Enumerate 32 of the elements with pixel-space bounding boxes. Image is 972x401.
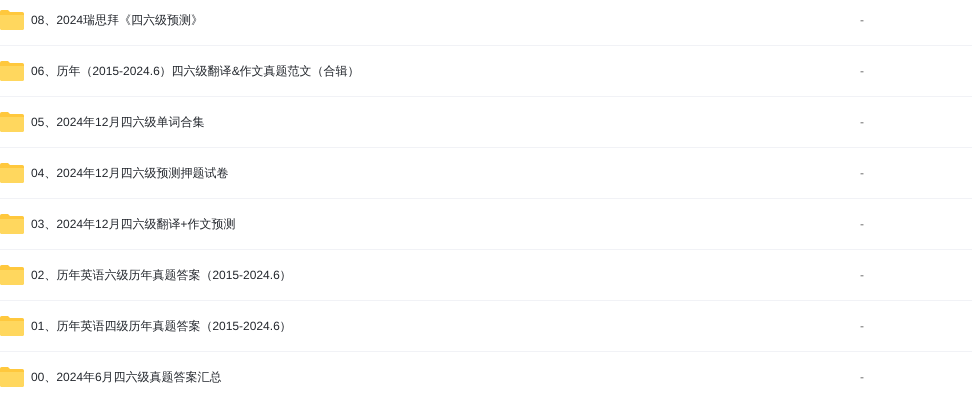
folder-name[interactable]: 01、历年英语四级历年真题答案（2015-2024.6） (31, 317, 860, 335)
file-size: - (860, 267, 864, 284)
folder-icon (0, 163, 24, 183)
folder-row[interactable]: 06、历年（2015-2024.6）四六级翻译&作文真题范文（合辑） - (0, 46, 972, 97)
file-size: - (860, 165, 864, 182)
folder-icon (0, 10, 24, 30)
folder-name[interactable]: 02、历年英语六级历年真题答案（2015-2024.6） (31, 266, 860, 284)
folder-name[interactable]: 05、2024年12月四六级单词合集 (31, 113, 860, 131)
folder-icon (0, 112, 24, 132)
folder-name[interactable]: 00、2024年6月四六级真题答案汇总 (31, 368, 860, 386)
file-size: - (860, 12, 864, 29)
folder-name[interactable]: 06、历年（2015-2024.6）四六级翻译&作文真题范文（合辑） (31, 62, 860, 80)
file-size: - (860, 114, 864, 131)
file-size: - (860, 369, 864, 386)
file-size: - (860, 63, 864, 80)
folder-icon (0, 367, 24, 387)
folder-name[interactable]: 08、2024瑞思拜《四六级预测》 (31, 11, 860, 29)
folder-icon (0, 61, 24, 81)
folder-icon (0, 214, 24, 234)
file-size: - (860, 216, 864, 233)
folder-row[interactable]: 08、2024瑞思拜《四六级预测》 - (0, 0, 972, 46)
folder-row[interactable]: 00、2024年6月四六级真题答案汇总 - (0, 352, 972, 401)
folder-row[interactable]: 05、2024年12月四六级单词合集 - (0, 97, 972, 148)
folder-icon (0, 265, 24, 285)
folder-row[interactable]: 01、历年英语四级历年真题答案（2015-2024.6） - (0, 301, 972, 352)
folder-icon (0, 316, 24, 336)
folder-name[interactable]: 04、2024年12月四六级预测押题试卷 (31, 164, 860, 182)
file-size: - (860, 318, 864, 335)
folder-row[interactable]: 03、2024年12月四六级翻译+作文预测 - (0, 199, 972, 250)
folder-name[interactable]: 03、2024年12月四六级翻译+作文预测 (31, 215, 860, 233)
folder-row[interactable]: 02、历年英语六级历年真题答案（2015-2024.6） - (0, 250, 972, 301)
folder-row[interactable]: 04、2024年12月四六级预测押题试卷 - (0, 148, 972, 199)
